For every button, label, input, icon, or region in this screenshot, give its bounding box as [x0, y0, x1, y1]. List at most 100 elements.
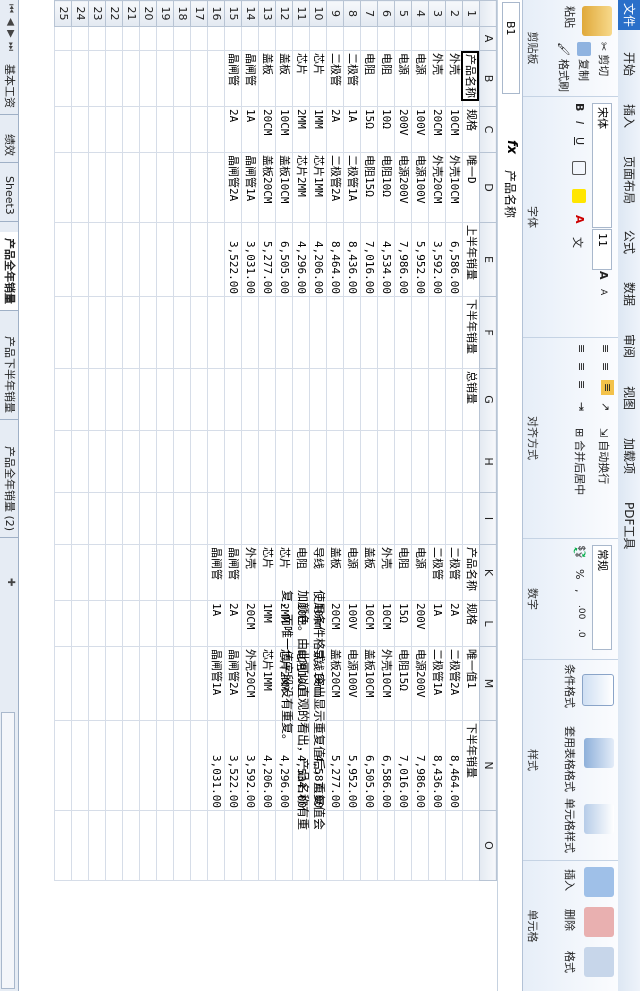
- cell[interactable]: [190, 368, 208, 431]
- cell[interactable]: [462, 492, 480, 545]
- cell[interactable]: [428, 296, 446, 369]
- indent-button[interactable]: ⇥: [575, 402, 588, 411]
- cell[interactable]: [309, 368, 327, 431]
- cell[interactable]: 1A: [207, 600, 225, 647]
- cell[interactable]: [54, 26, 72, 51]
- cell[interactable]: 电源: [343, 544, 361, 601]
- column-header[interactable]: K: [479, 544, 497, 601]
- cell[interactable]: 晶闸管: [207, 544, 225, 601]
- tab-view[interactable]: 视图: [618, 378, 640, 418]
- cell[interactable]: [139, 544, 157, 601]
- cell[interactable]: [71, 368, 89, 431]
- cell[interactable]: [156, 544, 174, 601]
- cell[interactable]: [173, 544, 191, 601]
- cell[interactable]: [122, 600, 140, 647]
- cell[interactable]: [139, 720, 157, 811]
- cell[interactable]: [309, 26, 327, 51]
- cell[interactable]: [122, 26, 140, 51]
- column-header[interactable]: I: [479, 492, 497, 545]
- cell[interactable]: 下半年销量: [462, 296, 480, 369]
- align-top-button[interactable]: ≡: [599, 344, 612, 353]
- cell[interactable]: [139, 430, 157, 493]
- border-button[interactable]: [572, 161, 586, 175]
- insert-function-icon[interactable]: fx: [504, 140, 519, 154]
- cell[interactable]: 电阻15Ω: [360, 152, 378, 223]
- cell[interactable]: [428, 26, 446, 51]
- cell[interactable]: [258, 810, 276, 881]
- cell[interactable]: [88, 106, 106, 153]
- cell[interactable]: [105, 368, 123, 431]
- cell[interactable]: [190, 600, 208, 647]
- cell[interactable]: [462, 26, 480, 51]
- cell[interactable]: [326, 296, 344, 369]
- formula-input[interactable]: 产品名称: [502, 170, 519, 218]
- cell[interactable]: 100V: [343, 600, 361, 647]
- number-format-select[interactable]: 常规: [592, 545, 612, 650]
- cell[interactable]: 晶闸管: [224, 50, 242, 107]
- cell[interactable]: [88, 646, 106, 721]
- cell[interactable]: [173, 152, 191, 223]
- cell[interactable]: 10CM: [360, 600, 378, 647]
- cell[interactable]: [105, 106, 123, 153]
- cell[interactable]: 7,016.00: [394, 720, 412, 811]
- cell[interactable]: [173, 720, 191, 811]
- cell[interactable]: [122, 152, 140, 223]
- shrink-font-button[interactable]: A: [598, 289, 608, 295]
- row-header[interactable]: 23: [88, 0, 106, 27]
- cell[interactable]: 7,986.00: [411, 720, 429, 811]
- tab-insert[interactable]: 插入: [618, 96, 640, 136]
- cell[interactable]: [54, 296, 72, 369]
- paste-button[interactable]: 粘贴: [562, 6, 578, 28]
- conditional-format-icon[interactable]: [582, 674, 614, 706]
- cell[interactable]: [156, 430, 174, 493]
- cell[interactable]: 规格: [462, 600, 480, 647]
- cell[interactable]: [343, 430, 361, 493]
- cell[interactable]: [394, 810, 412, 881]
- cell[interactable]: [292, 368, 310, 431]
- cell[interactable]: [139, 296, 157, 369]
- cell[interactable]: [207, 152, 225, 223]
- cell[interactable]: 盖板10CM: [275, 152, 293, 223]
- sheet-tab[interactable]: 绩效: [0, 128, 18, 163]
- cell[interactable]: 6,586.00: [377, 720, 395, 811]
- cell[interactable]: [122, 810, 140, 881]
- column-header[interactable]: L: [479, 600, 497, 647]
- cell-styles-icon[interactable]: [584, 804, 614, 834]
- sheet-tab[interactable]: Sheet3: [0, 170, 18, 222]
- cell[interactable]: 二极管1A: [428, 646, 446, 721]
- cell[interactable]: [156, 600, 174, 647]
- cell[interactable]: [241, 296, 259, 369]
- cell[interactable]: [105, 600, 123, 647]
- format-table-icon[interactable]: [584, 738, 614, 768]
- cell[interactable]: [88, 430, 106, 493]
- cell[interactable]: 盖板: [326, 544, 344, 601]
- currency-button[interactable]: 💱: [573, 545, 586, 559]
- cell[interactable]: [445, 492, 463, 545]
- font-color-button[interactable]: A: [573, 215, 586, 224]
- cell[interactable]: [122, 430, 140, 493]
- cell[interactable]: [88, 296, 106, 369]
- format-painter-button[interactable]: 🖌 格式刷: [556, 42, 572, 92]
- column-header[interactable]: N: [479, 720, 497, 811]
- row-header[interactable]: 21: [122, 0, 140, 27]
- cell[interactable]: [139, 600, 157, 647]
- cell[interactable]: [156, 50, 174, 107]
- cell[interactable]: [190, 152, 208, 223]
- cell[interactable]: 盖板: [258, 50, 276, 107]
- cell[interactable]: [377, 810, 395, 881]
- tab-formulas[interactable]: 公式: [618, 222, 640, 262]
- cell[interactable]: 5,952.00: [411, 222, 429, 297]
- insert-icon[interactable]: [584, 867, 614, 897]
- cell[interactable]: 芯片: [309, 50, 327, 107]
- cell[interactable]: [139, 26, 157, 51]
- cell[interactable]: [122, 544, 140, 601]
- cell[interactable]: 唯一D: [462, 152, 480, 223]
- cell[interactable]: [377, 492, 395, 545]
- cell[interactable]: [71, 106, 89, 153]
- cell[interactable]: [156, 810, 174, 881]
- cell[interactable]: [173, 26, 191, 51]
- cell[interactable]: [326, 26, 344, 51]
- cell[interactable]: [394, 296, 412, 369]
- cell[interactable]: [428, 430, 446, 493]
- new-sheet-icon[interactable]: ✚: [5, 578, 16, 586]
